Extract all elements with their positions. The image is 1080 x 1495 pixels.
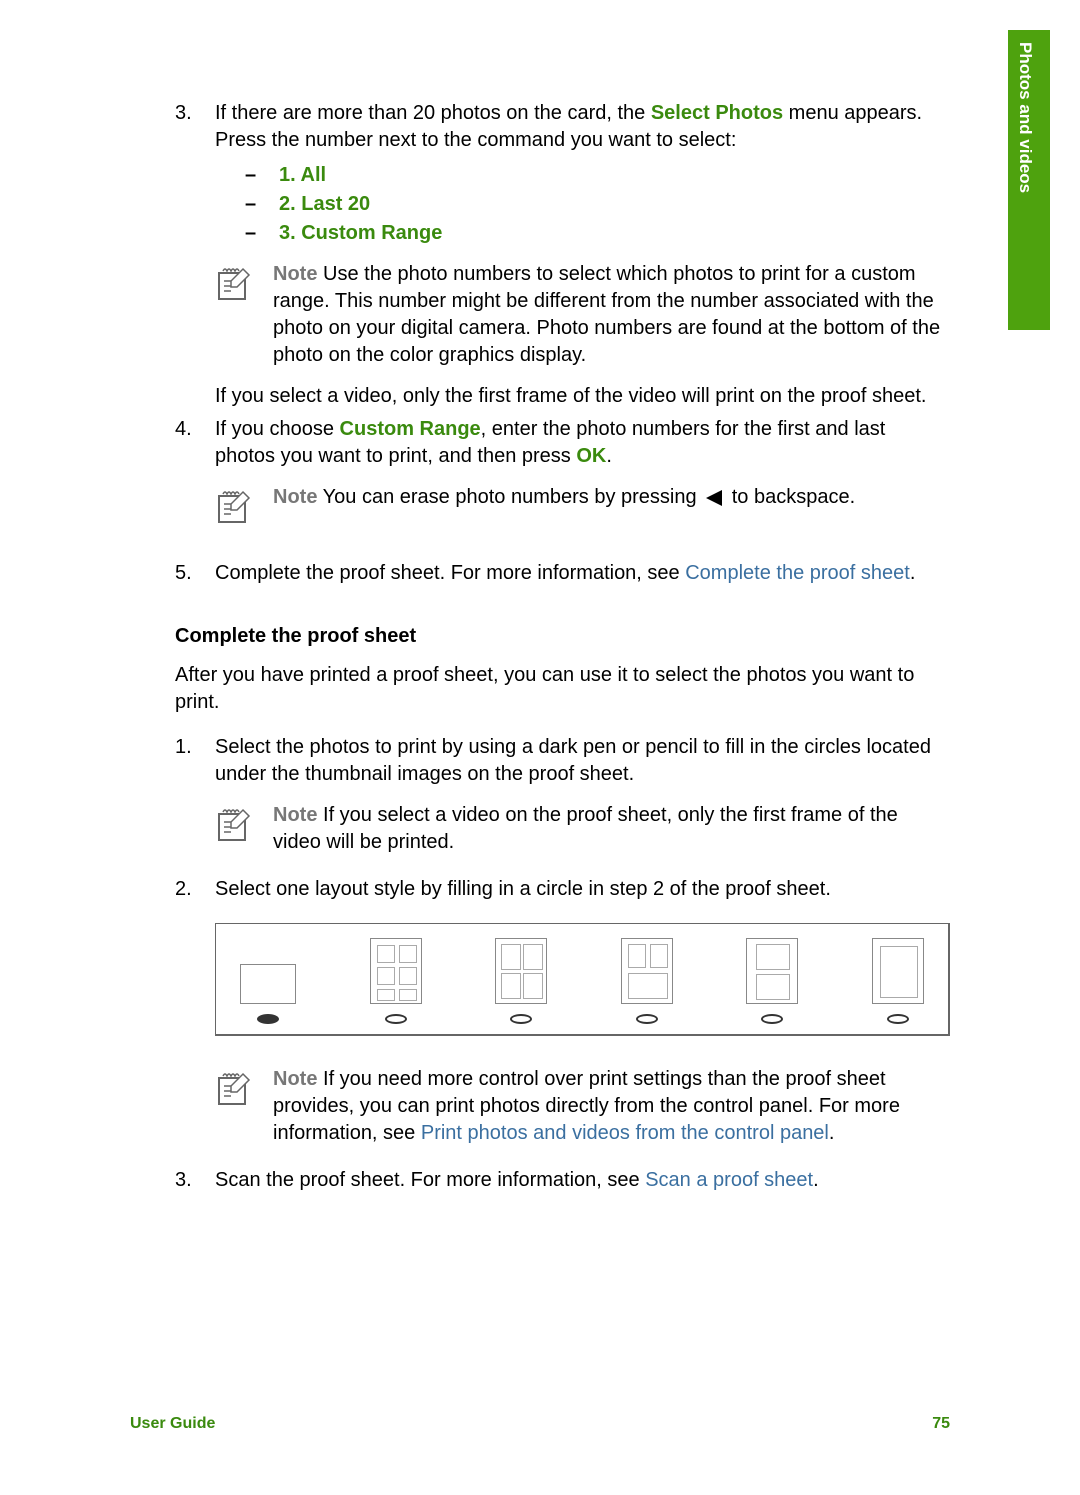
layout-option-2 <box>370 938 422 1024</box>
step-5: 5. Complete the proof sheet. For more in… <box>175 560 950 587</box>
empty-oval-icon <box>636 1014 658 1024</box>
layout-style-diagram <box>215 923 950 1036</box>
step-3-text: If there are more than 20 photos on the … <box>215 100 950 154</box>
page-content: 3. If there are more than 20 photos on t… <box>0 0 1080 1260</box>
note-block: Note Use the photo numbers to select whi… <box>215 261 950 369</box>
section2-step-2: 2. Select one layout style by filling in… <box>175 876 950 1161</box>
note-text: Note You can erase photo numbers by pres… <box>273 484 950 526</box>
step-4: 4. If you choose Custom Range, enter the… <box>175 416 950 540</box>
layout-option-4 <box>621 938 673 1024</box>
step-number: 1. <box>175 734 215 870</box>
step-number: 5. <box>175 560 215 587</box>
custom-range-label: Custom Range <box>340 418 481 440</box>
select-photos-options: –1. All –2. Last 20 –3. Custom Range <box>215 162 950 247</box>
scan-proof-sheet-link[interactable]: Scan a proof sheet <box>645 1169 813 1191</box>
section-intro: After you have printed a proof sheet, yo… <box>175 662 950 716</box>
note-icon <box>215 806 253 844</box>
layout-option-6 <box>872 938 924 1024</box>
s2-text: Select one layout style by filling in a … <box>215 876 950 903</box>
step-number: 2. <box>175 876 215 1161</box>
option-all: –1. All <box>245 162 950 189</box>
empty-oval-icon <box>761 1014 783 1024</box>
layout-option-3 <box>495 938 547 1024</box>
chapter-tab: Photos and videos <box>1008 30 1050 330</box>
empty-oval-icon <box>510 1014 532 1024</box>
note-block: Note If you need more control over print… <box>215 1066 950 1147</box>
left-arrow-icon <box>706 490 722 506</box>
print-from-control-panel-link[interactable]: Print photos and videos from the control… <box>421 1122 829 1144</box>
chapter-tab-label: Photos and videos <box>1013 42 1036 193</box>
select-photos-label: Select Photos <box>651 102 783 124</box>
page-footer: User Guide 75 <box>130 1413 950 1435</box>
note-icon <box>215 1070 253 1108</box>
step-number: 3. <box>175 1167 215 1194</box>
layout-option-1 <box>240 964 296 1024</box>
note-icon <box>215 488 253 526</box>
section2-step-3: 3. Scan the proof sheet. For more inform… <box>175 1167 950 1194</box>
s3-text: Scan the proof sheet. For more informati… <box>215 1167 950 1194</box>
step-3-video-line: If you select a video, only the first fr… <box>215 383 950 410</box>
empty-oval-icon <box>385 1014 407 1024</box>
note-text: Note If you select a video on the proof … <box>273 802 950 856</box>
option-last-20: –2. Last 20 <box>245 191 950 218</box>
empty-oval-icon <box>887 1014 909 1024</box>
step-list: 3. If there are more than 20 photos on t… <box>175 100 950 587</box>
layout-option-5 <box>746 938 798 1024</box>
step-4-text: If you choose Custom Range, enter the ph… <box>215 416 950 470</box>
step-number: 3. <box>175 100 215 410</box>
note-text: Note If you need more control over print… <box>273 1066 950 1147</box>
option-custom-range: –3. Custom Range <box>245 220 950 247</box>
footer-title: User Guide <box>130 1413 215 1435</box>
note-icon <box>215 265 253 303</box>
section2-step-1: 1. Select the photos to print by using a… <box>175 734 950 870</box>
page-number: 75 <box>932 1413 950 1435</box>
step-list-2: 1. Select the photos to print by using a… <box>175 734 950 1194</box>
complete-proof-sheet-link[interactable]: Complete the proof sheet <box>685 562 910 584</box>
step-5-text: Complete the proof sheet. For more infor… <box>215 560 950 587</box>
note-text: Note Use the photo numbers to select whi… <box>273 261 950 369</box>
ok-label: OK <box>576 445 606 467</box>
note-block: Note You can erase photo numbers by pres… <box>215 484 950 526</box>
step-3: 3. If there are more than 20 photos on t… <box>175 100 950 410</box>
step-number: 4. <box>175 416 215 540</box>
s1-text: Select the photos to print by using a da… <box>215 734 950 788</box>
filled-oval-icon <box>257 1014 279 1024</box>
section-heading: Complete the proof sheet <box>175 623 950 650</box>
note-block: Note If you select a video on the proof … <box>215 802 950 856</box>
